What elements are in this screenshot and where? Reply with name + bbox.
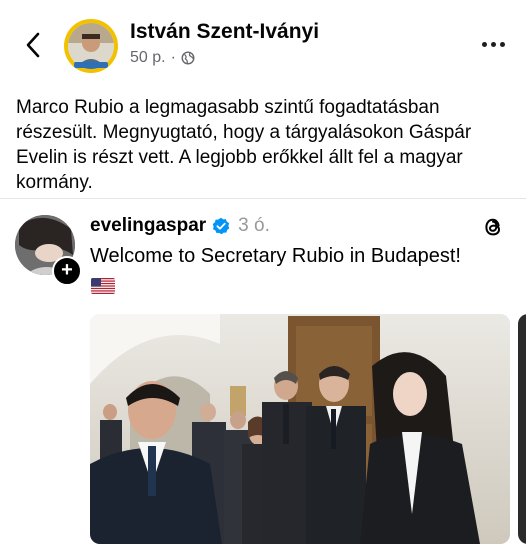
verified-badge-icon xyxy=(212,217,230,235)
post-meta: 50 p. · xyxy=(130,49,195,67)
chevron-left-icon xyxy=(26,32,40,58)
author-avatar[interactable] xyxy=(64,19,118,73)
embed-time: 3 ó. xyxy=(238,215,270,236)
back-button[interactable] xyxy=(16,28,50,62)
embed-username[interactable]: evelingaspar xyxy=(90,215,206,237)
meeting-photo xyxy=(90,314,510,544)
embed-user-row: evelingaspar 3 ó. xyxy=(90,215,270,237)
embed-photo-next[interactable] xyxy=(518,314,526,544)
follow-plus-icon[interactable]: + xyxy=(52,256,82,286)
threads-icon[interactable] xyxy=(480,214,506,240)
embed-photo[interactable] xyxy=(90,314,510,544)
embed-text: Welcome to Secretary Rubio in Budapest! xyxy=(90,245,461,267)
post-time[interactable]: 50 p. xyxy=(130,49,166,67)
post-text: Marco Rubio a legmagasabb szintű fogadta… xyxy=(16,97,472,193)
more-options-button[interactable] xyxy=(476,30,510,58)
author-name[interactable]: István Szent-Iványi xyxy=(130,20,319,44)
globe-icon xyxy=(181,51,195,65)
more-horizontal-icon xyxy=(481,41,505,47)
meta-separator: · xyxy=(170,49,176,66)
us-flag-icon xyxy=(91,278,115,294)
